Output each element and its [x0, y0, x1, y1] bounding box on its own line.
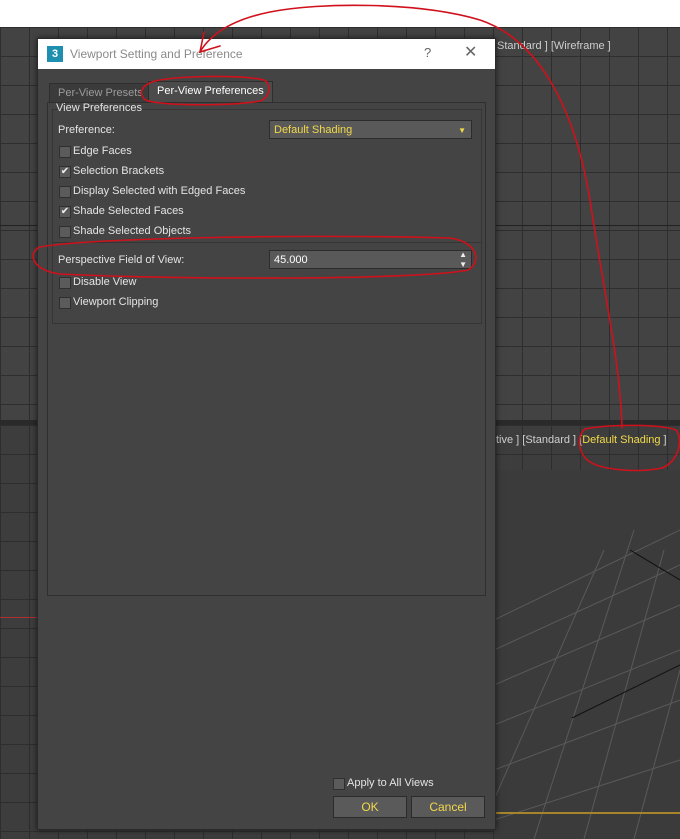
checkbox-label: Shade Selected Objects — [73, 225, 192, 237]
preference-value: Default Shading — [274, 124, 353, 136]
checkbox-box[interactable] — [59, 297, 71, 309]
fov-label: Perspective Field of View: — [58, 254, 185, 266]
viewport-top-caption[interactable]: Standard ] [Wireframe ] — [497, 40, 611, 52]
viewport-caption-prefix: tive ] [Standard ] [ — [496, 434, 583, 446]
close-icon[interactable]: ✕ — [464, 42, 477, 62]
tab-per-view-presets[interactable]: Per-View Presets — [49, 83, 152, 103]
checkbox-box[interactable]: ✔ — [59, 206, 71, 218]
viewport-active-border — [494, 812, 680, 814]
tab-per-view-preferences[interactable]: Per-View Preferences — [148, 81, 273, 103]
divider — [53, 242, 481, 243]
group-title: View Preferences — [56, 102, 143, 114]
viewport-settings-dialog: 3 Viewport Setting and Preference ? ✕ Pe… — [37, 38, 496, 830]
checkbox-label: Shade Selected Faces — [73, 205, 184, 217]
viewport-bottom-caption[interactable]: tive ] [Standard ] [Default Shading ] — [496, 434, 667, 446]
dialog-titlebar[interactable]: 3 Viewport Setting and Preference ? ✕ — [38, 39, 495, 69]
viewport-caption-suffix: ] — [660, 434, 667, 446]
viewport-shading-label[interactable]: Default Shading — [582, 434, 660, 446]
preference-dropdown[interactable]: Default Shading ▼ — [269, 120, 472, 139]
checkbox-label: Viewport Clipping — [73, 296, 159, 308]
fov-value: 45.000 — [274, 254, 308, 266]
checkbox-box[interactable] — [59, 146, 71, 158]
viewport-red-axis — [0, 617, 37, 618]
app-logo-icon: 3 — [47, 46, 63, 62]
viewport-axis-line — [0, 225, 37, 226]
checkbox-box[interactable] — [59, 277, 71, 289]
viewport-axis-line — [494, 225, 680, 226]
checkbox-box[interactable]: ✔ — [59, 166, 71, 178]
checkbox-label: Edge Faces — [73, 145, 132, 157]
perspective-floor — [494, 470, 680, 839]
fov-spinner[interactable]: 45.000 ▲ ▼ — [269, 250, 472, 269]
help-button[interactable]: ? — [424, 45, 431, 60]
checkbox-label: Display Selected with Edged Faces — [73, 185, 246, 197]
checkbox-label: Apply to All Views — [347, 777, 434, 789]
checkbox-label: Disable View — [73, 276, 137, 288]
checkbox-label: Selection Brackets — [73, 165, 165, 177]
cancel-button[interactable]: Cancel — [411, 796, 485, 818]
preference-label: Preference: — [58, 124, 115, 136]
spinner-arrows-icon[interactable]: ▲ ▼ — [459, 250, 467, 270]
dialog-title: Viewport Setting and Preference — [70, 47, 243, 61]
ok-button[interactable]: OK — [333, 796, 407, 818]
chevron-down-icon: ▼ — [458, 126, 466, 135]
checkbox-box[interactable] — [59, 226, 71, 238]
checkbox-box[interactable] — [59, 186, 71, 198]
checkbox-box[interactable] — [333, 778, 345, 790]
